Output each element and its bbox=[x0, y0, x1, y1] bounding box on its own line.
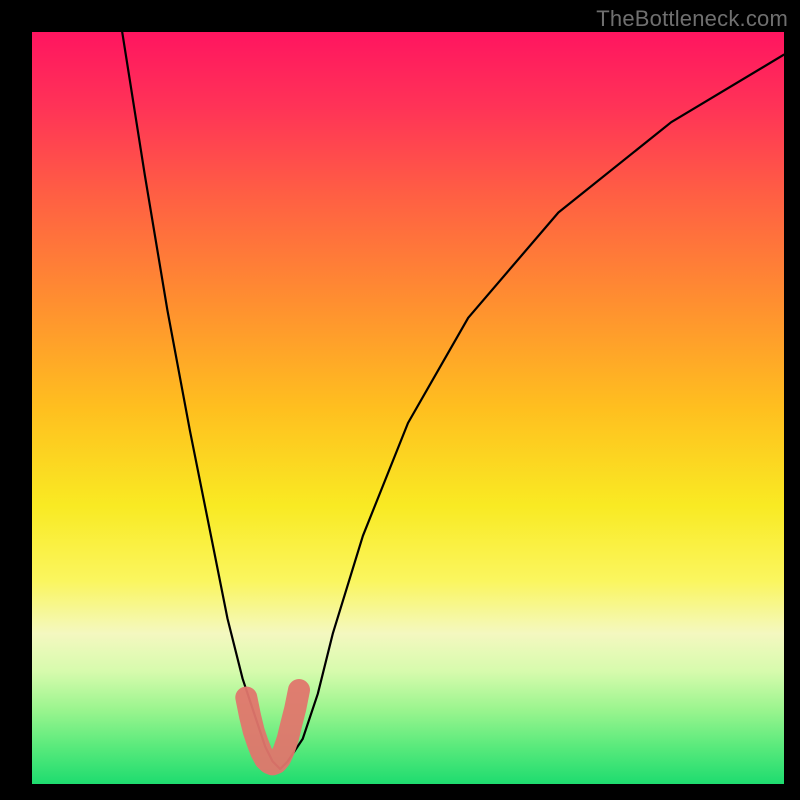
attribution-label: TheBottleneck.com bbox=[596, 6, 788, 32]
bottleneck-curve-path bbox=[122, 32, 784, 769]
plot-area bbox=[32, 32, 784, 784]
chart-stage: TheBottleneck.com bbox=[0, 0, 800, 800]
chart-svg bbox=[32, 32, 784, 784]
acceptable-zone-marker-path bbox=[246, 690, 299, 764]
